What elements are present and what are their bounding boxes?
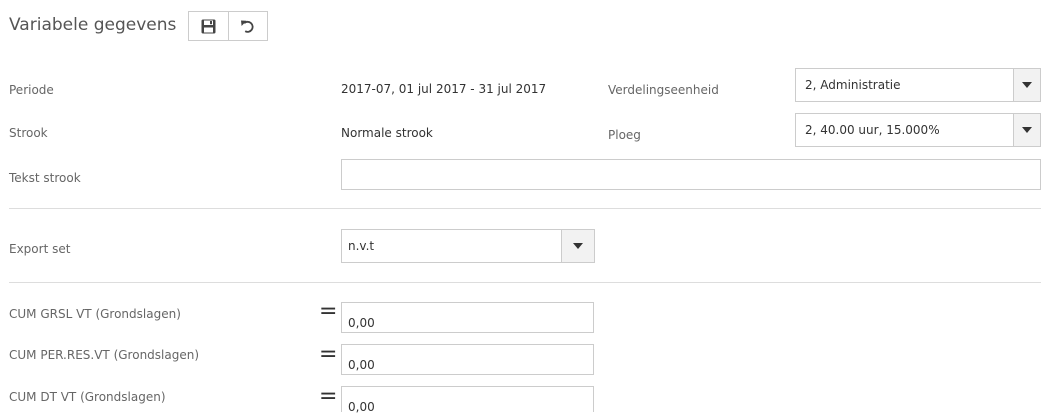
export-set-dropdown-toggle[interactable] <box>561 230 594 262</box>
ploeg-select[interactable]: 2, 40.00 uur, 15.000% <box>795 113 1041 147</box>
cum-row-label: CUM PER.RES.VT (Grondslagen) <box>9 348 200 362</box>
verdelingseenheid-label: Verdelingseenheid <box>608 83 719 97</box>
save-button[interactable] <box>189 12 228 40</box>
verdelingseenheid-select[interactable]: 2, Administratie <box>795 68 1041 102</box>
tekst-strook-label: Tekst strook <box>9 171 81 185</box>
ploeg-dropdown-toggle[interactable] <box>1013 114 1040 146</box>
verdelingseenheid-dropdown-toggle[interactable] <box>1013 69 1040 101</box>
cum-grsl-vt-input[interactable]: 0,00 <box>341 302 594 333</box>
ploeg-selected-value: 2, 40.00 uur, 15.000% <box>805 123 940 137</box>
equals-operator: = <box>319 299 338 324</box>
cum-per-res-vt-input-value: 0,00 <box>348 358 375 372</box>
section-divider <box>9 208 1041 209</box>
tekst-strook-input[interactable] <box>341 159 1041 190</box>
cum-row-label: CUM GRSL VT (Grondslagen) <box>9 307 181 321</box>
export-set-selected-value: n.v.t <box>348 239 375 253</box>
periode-value: 2017-07, 01 jul 2017 - 31 jul 2017 <box>341 82 547 96</box>
toolbar-button-group <box>188 11 268 41</box>
cum-per-res-vt-input[interactable]: 0,00 <box>341 344 594 375</box>
equals-operator: = <box>319 384 338 409</box>
chevron-down-icon <box>573 243 583 249</box>
section-divider <box>9 282 1041 283</box>
cum-dt-vt-input-value: 0,00 <box>348 400 375 414</box>
undo-button[interactable] <box>227 12 267 40</box>
strook-label: Strook <box>9 126 48 140</box>
equals-operator: = <box>319 342 338 367</box>
periode-label: Periode <box>9 83 54 97</box>
export-set-label: Export set <box>9 242 71 256</box>
cum-dt-vt-input[interactable]: 0,00 <box>341 386 594 414</box>
floppy-disk-icon <box>201 19 216 33</box>
strook-value: Normale strook <box>341 126 433 140</box>
page-title: Variabele gegevens <box>9 15 177 35</box>
export-set-select[interactable]: n.v.t <box>341 229 595 263</box>
ploeg-label: Ploeg <box>608 128 641 142</box>
chevron-down-icon <box>1022 127 1032 133</box>
chevron-down-icon <box>1022 82 1032 88</box>
cum-row-label: CUM DT VT (Grondslagen) <box>9 390 166 404</box>
undo-icon <box>241 20 254 33</box>
verdelingseenheid-selected-value: 2, Administratie <box>805 78 901 92</box>
cum-grsl-vt-input-value: 0,00 <box>348 316 375 330</box>
